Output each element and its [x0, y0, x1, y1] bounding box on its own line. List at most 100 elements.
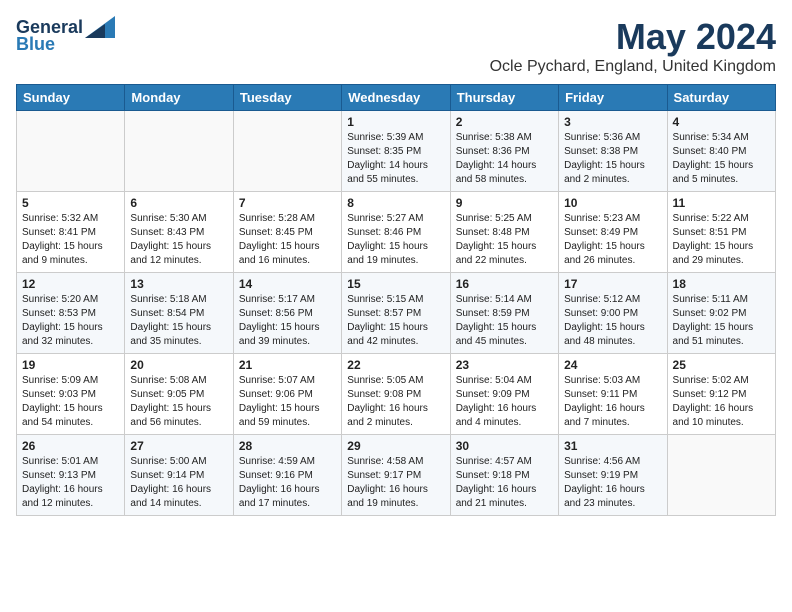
calendar-cell: 5 Sunrise: 5:32 AM Sunset: 8:41 PM Daylig… — [17, 192, 125, 273]
calendar-header-tuesday: Tuesday — [233, 85, 341, 111]
calendar-cell: 14 Sunrise: 5:17 AM Sunset: 8:56 PM Dayli… — [233, 273, 341, 354]
day-number: 30 — [456, 439, 553, 453]
day-number: 10 — [564, 196, 661, 210]
day-info: Sunrise: 5:38 AM Sunset: 8:36 PM Dayligh… — [456, 131, 553, 187]
day-number: 23 — [456, 358, 553, 372]
logo-icon — [85, 16, 115, 38]
calendar-header-thursday: Thursday — [450, 85, 558, 111]
calendar-cell: 10 Sunrise: 5:23 AM Sunset: 8:49 PM Dayli… — [559, 192, 667, 273]
day-number: 3 — [564, 115, 661, 129]
day-info: Sunrise: 4:56 AM Sunset: 9:19 PM Dayligh… — [564, 455, 661, 511]
calendar-cell — [125, 111, 233, 192]
calendar-cell: 2Sunrise: 5:38 AM Sunset: 8:36 PM Daylig… — [450, 111, 558, 192]
day-info: Sunrise: 5:11 AM Sunset: 9:02 PM Dayligh… — [673, 293, 770, 349]
header: General Blue May 2024 Ocle Pychard, Engl… — [16, 16, 776, 76]
calendar-cell — [233, 111, 341, 192]
day-number: 19 — [22, 358, 119, 372]
day-info: Sunrise: 5:15 AM Sunset: 8:57 PM Dayligh… — [347, 293, 444, 349]
calendar-cell: 18 Sunrise: 5:11 AM Sunset: 9:02 PM Dayli… — [667, 273, 775, 354]
day-number: 17 — [564, 277, 661, 291]
day-info: Sunrise: 5:17 AM Sunset: 8:56 PM Dayligh… — [239, 293, 336, 349]
title-area: May 2024 Ocle Pychard, England, United K… — [490, 16, 776, 76]
calendar-header-monday: Monday — [125, 85, 233, 111]
day-info: Sunrise: 5:07 AM Sunset: 9:06 PM Dayligh… — [239, 374, 336, 430]
calendar-cell — [17, 111, 125, 192]
day-info: Sunrise: 5:23 AM Sunset: 8:49 PM Dayligh… — [564, 212, 661, 268]
calendar-cell: 1 Sunrise: 5:39 AM Sunset: 8:35 PM Daylig… — [342, 111, 450, 192]
calendar-cell: 15 Sunrise: 5:15 AM Sunset: 8:57 PM Dayli… — [342, 273, 450, 354]
calendar-header-sunday: Sunday — [17, 85, 125, 111]
day-info: Sunrise: 5:08 AM Sunset: 9:05 PM Dayligh… — [130, 374, 227, 430]
day-number: 11 — [673, 196, 770, 210]
calendar-header-saturday: Saturday — [667, 85, 775, 111]
calendar-cell: 23 Sunrise: 5:04 AM Sunset: 9:09 PM Dayli… — [450, 354, 558, 435]
logo: General Blue — [16, 16, 115, 55]
calendar-header-wednesday: Wednesday — [342, 85, 450, 111]
calendar-cell: 17 Sunrise: 5:12 AM Sunset: 9:00 PM Dayli… — [559, 273, 667, 354]
day-number: 27 — [130, 439, 227, 453]
day-info: Sunrise: 5:25 AM Sunset: 8:48 PM Dayligh… — [456, 212, 553, 268]
calendar-week-2: 5 Sunrise: 5:32 AM Sunset: 8:41 PM Daylig… — [17, 192, 776, 273]
day-number: 24 — [564, 358, 661, 372]
calendar-week-4: 19 Sunrise: 5:09 AM Sunset: 9:03 PM Dayli… — [17, 354, 776, 435]
calendar-cell: 29Sunrise: 4:58 AM Sunset: 9:17 PM Dayli… — [342, 435, 450, 516]
day-info: Sunrise: 5:00 AM Sunset: 9:14 PM Dayligh… — [130, 455, 227, 511]
calendar-body: 1 Sunrise: 5:39 AM Sunset: 8:35 PM Daylig… — [17, 111, 776, 516]
calendar-header-friday: Friday — [559, 85, 667, 111]
day-info: Sunrise: 5:09 AM Sunset: 9:03 PM Dayligh… — [22, 374, 119, 430]
day-info: Sunrise: 5:32 AM Sunset: 8:41 PM Dayligh… — [22, 212, 119, 268]
day-info: Sunrise: 5:18 AM Sunset: 8:54 PM Dayligh… — [130, 293, 227, 349]
calendar-week-3: 12 Sunrise: 5:20 AM Sunset: 8:53 PM Dayli… — [17, 273, 776, 354]
day-number: 15 — [347, 277, 444, 291]
calendar-cell: 19 Sunrise: 5:09 AM Sunset: 9:03 PM Dayli… — [17, 354, 125, 435]
calendar-cell: 20 Sunrise: 5:08 AM Sunset: 9:05 PM Dayli… — [125, 354, 233, 435]
calendar-cell: 7Sunrise: 5:28 AM Sunset: 8:45 PM Daylig… — [233, 192, 341, 273]
day-info: Sunrise: 4:59 AM Sunset: 9:16 PM Dayligh… — [239, 455, 336, 511]
calendar-cell: 27 Sunrise: 5:00 AM Sunset: 9:14 PM Dayli… — [125, 435, 233, 516]
calendar-cell: 25Sunrise: 5:02 AM Sunset: 9:12 PM Dayli… — [667, 354, 775, 435]
day-number: 28 — [239, 439, 336, 453]
calendar-cell: 9 Sunrise: 5:25 AM Sunset: 8:48 PM Daylig… — [450, 192, 558, 273]
day-number: 18 — [673, 277, 770, 291]
calendar-header-row: SundayMondayTuesdayWednesdayThursdayFrid… — [17, 85, 776, 111]
day-number: 16 — [456, 277, 553, 291]
day-number: 1 — [347, 115, 444, 129]
day-info: Sunrise: 4:57 AM Sunset: 9:18 PM Dayligh… — [456, 455, 553, 511]
day-info: Sunrise: 5:39 AM Sunset: 8:35 PM Dayligh… — [347, 131, 444, 187]
day-info: Sunrise: 5:04 AM Sunset: 9:09 PM Dayligh… — [456, 374, 553, 430]
day-number: 14 — [239, 277, 336, 291]
day-number: 20 — [130, 358, 227, 372]
calendar-cell: 11 Sunrise: 5:22 AM Sunset: 8:51 PM Dayli… — [667, 192, 775, 273]
calendar-week-1: 1 Sunrise: 5:39 AM Sunset: 8:35 PM Daylig… — [17, 111, 776, 192]
day-info: Sunrise: 5:20 AM Sunset: 8:53 PM Dayligh… — [22, 293, 119, 349]
month-title: May 2024 — [490, 16, 776, 58]
calendar-cell: 28 Sunrise: 4:59 AM Sunset: 9:16 PM Dayli… — [233, 435, 341, 516]
logo-text-blue: Blue — [16, 34, 55, 55]
day-number: 4 — [673, 115, 770, 129]
day-number: 22 — [347, 358, 444, 372]
calendar-cell: 24 Sunrise: 5:03 AM Sunset: 9:11 PM Dayli… — [559, 354, 667, 435]
calendar-cell: 31 Sunrise: 4:56 AM Sunset: 9:19 PM Dayli… — [559, 435, 667, 516]
calendar-cell: 4Sunrise: 5:34 AM Sunset: 8:40 PM Daylig… — [667, 111, 775, 192]
calendar-cell: 22Sunrise: 5:05 AM Sunset: 9:08 PM Dayli… — [342, 354, 450, 435]
day-number: 8 — [347, 196, 444, 210]
day-info: Sunrise: 5:22 AM Sunset: 8:51 PM Dayligh… — [673, 212, 770, 268]
calendar-week-5: 26Sunrise: 5:01 AM Sunset: 9:13 PM Dayli… — [17, 435, 776, 516]
day-number: 5 — [22, 196, 119, 210]
day-info: Sunrise: 5:28 AM Sunset: 8:45 PM Dayligh… — [239, 212, 336, 268]
calendar: SundayMondayTuesdayWednesdayThursdayFrid… — [16, 84, 776, 516]
calendar-cell — [667, 435, 775, 516]
day-info: Sunrise: 5:12 AM Sunset: 9:00 PM Dayligh… — [564, 293, 661, 349]
day-info: Sunrise: 5:03 AM Sunset: 9:11 PM Dayligh… — [564, 374, 661, 430]
day-number: 31 — [564, 439, 661, 453]
day-number: 9 — [456, 196, 553, 210]
day-info: Sunrise: 5:30 AM Sunset: 8:43 PM Dayligh… — [130, 212, 227, 268]
calendar-cell: 30 Sunrise: 4:57 AM Sunset: 9:18 PM Dayli… — [450, 435, 558, 516]
day-number: 12 — [22, 277, 119, 291]
day-info: Sunrise: 5:14 AM Sunset: 8:59 PM Dayligh… — [456, 293, 553, 349]
calendar-cell: 6Sunrise: 5:30 AM Sunset: 8:43 PM Daylig… — [125, 192, 233, 273]
day-number: 13 — [130, 277, 227, 291]
day-number: 21 — [239, 358, 336, 372]
day-info: Sunrise: 5:36 AM Sunset: 8:38 PM Dayligh… — [564, 131, 661, 187]
calendar-cell: 13 Sunrise: 5:18 AM Sunset: 8:54 PM Dayli… — [125, 273, 233, 354]
